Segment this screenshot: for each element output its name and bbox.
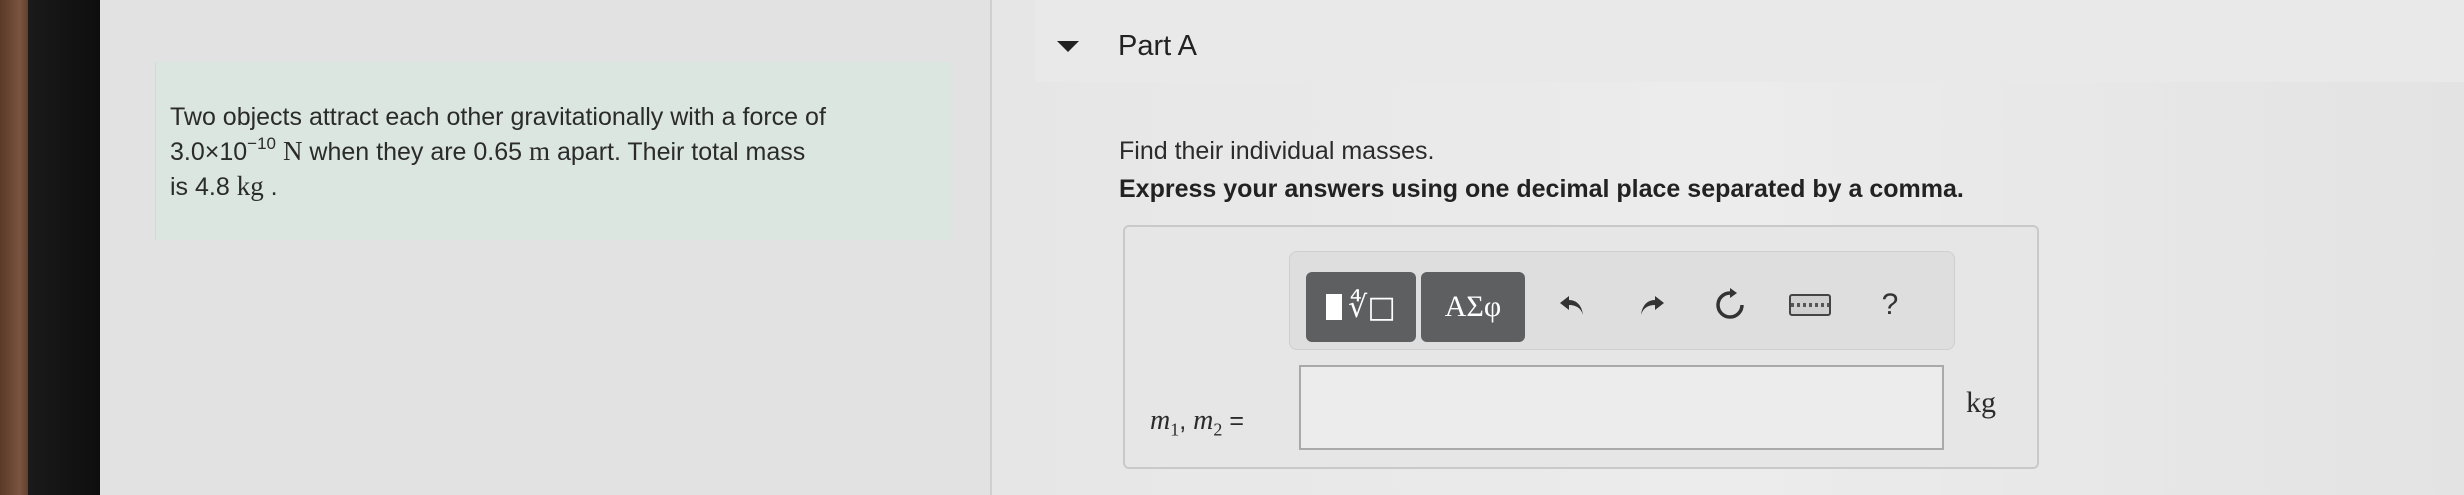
problem-statement: Two objects attract each other gravitati… (170, 100, 930, 204)
panel-divider (990, 0, 992, 495)
problem-line-3-end: . (263, 173, 278, 201)
templates-button[interactable]: ∜□ (1306, 272, 1416, 342)
problem-line-1: Two objects attract each other gravitati… (170, 103, 826, 131)
answer-unit: kg (1966, 386, 1996, 419)
force-unit: N (282, 136, 303, 166)
reset-icon[interactable] (1710, 285, 1750, 325)
mass-unit: kg (236, 171, 264, 201)
question-instruction: Find their individual masses. (1119, 137, 1435, 165)
var-m2: m (1193, 405, 1214, 436)
help-button[interactable]: ? (1875, 285, 1905, 325)
collapse-caret-icon[interactable] (1057, 41, 1079, 52)
screen: Two objects attract each other gravitati… (0, 0, 2464, 495)
var-m1: m (1150, 405, 1171, 436)
keyboard-icon[interactable] (1785, 285, 1835, 325)
part-title[interactable]: Part A (1118, 30, 1197, 63)
answer-variable-label: m1, m2 = (1150, 405, 1244, 440)
symbols-button[interactable]: ΑΣφ (1421, 272, 1525, 342)
keyboard-glyph (1789, 294, 1831, 316)
part-header[interactable] (1035, 0, 2464, 82)
force-exponent: −10 (247, 133, 277, 153)
equals-sign: = (1222, 407, 1244, 435)
problem-line-2-end: apart. Their total mass (550, 138, 806, 166)
answer-format-note: Express your answers using one decimal p… (1119, 175, 1964, 203)
template-square-icon (1326, 294, 1343, 320)
template-radical-icon: ∜□ (1348, 289, 1396, 325)
undo-icon[interactable] (1552, 285, 1592, 325)
force-value: 3.0×10 (170, 138, 248, 166)
distance-unit: m (529, 136, 551, 166)
redo-icon[interactable] (1632, 285, 1672, 325)
problem-line-3: is 4.8 (170, 173, 237, 201)
answer-input[interactable] (1299, 365, 1944, 450)
problem-line-2: when they are 0.65 (302, 138, 530, 166)
var-m1-sub: 1 (1170, 419, 1180, 440)
